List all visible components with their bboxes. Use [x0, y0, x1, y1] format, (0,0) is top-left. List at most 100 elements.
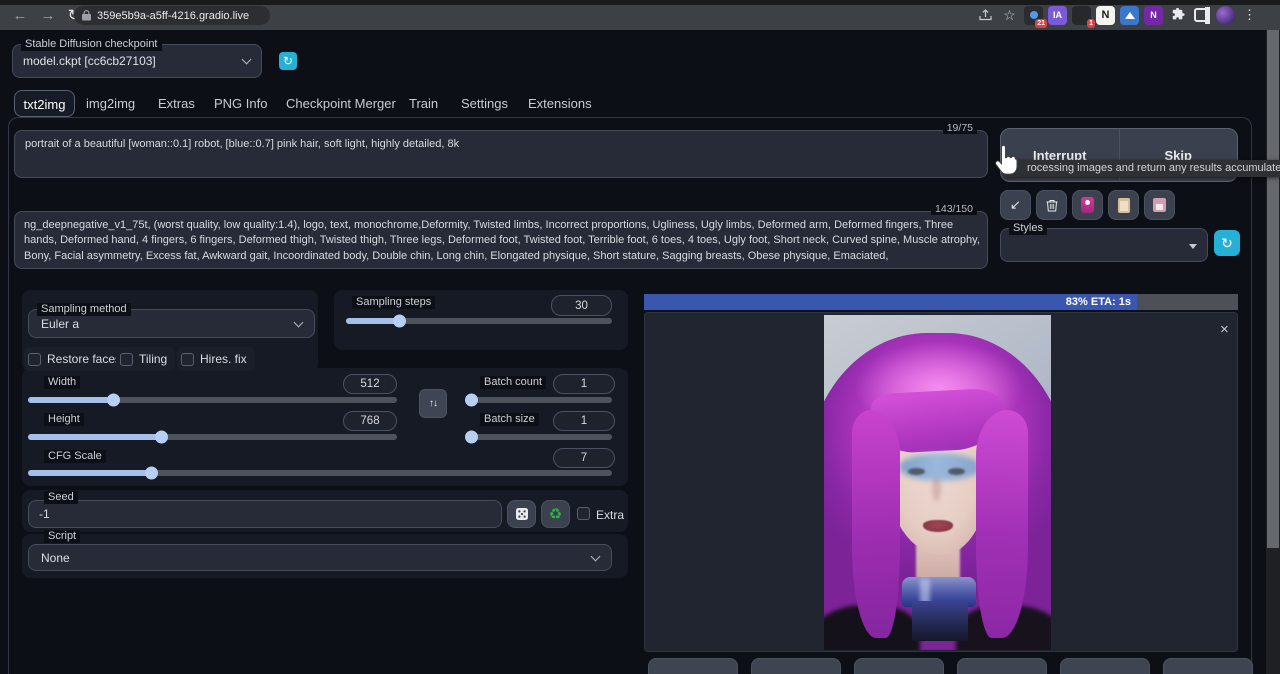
checkpoint-refresh-button[interactable]: ↻ [279, 52, 297, 70]
extension-dark-icon[interactable]: 1 [1072, 6, 1091, 25]
url-text: 359e5b9a-a5ff-4216.gradio.live [97, 10, 249, 22]
height-label: Height [44, 413, 84, 426]
chevron-down-icon [591, 552, 601, 562]
checkbox-icon[interactable] [120, 353, 133, 366]
hires-fix-checkbox[interactable]: Hires. fix [177, 347, 255, 371]
slider-handle[interactable] [465, 431, 478, 444]
scrollbar-thumb[interactable] [1267, 30, 1279, 548]
close-icon[interactable]: × [1220, 322, 1229, 337]
extension-blue-dot-icon[interactable]: 21 [1024, 6, 1043, 25]
slider-handle[interactable] [155, 431, 168, 444]
checkbox-icon[interactable] [28, 353, 41, 366]
tiling-checkbox[interactable]: Tiling [116, 347, 175, 371]
random-seed-button[interactable] [507, 500, 536, 528]
tab-train[interactable]: Train [409, 90, 438, 117]
slider-handle[interactable] [393, 315, 406, 328]
gallery-action-button[interactable] [751, 658, 841, 674]
profile-avatar[interactable] [1216, 6, 1235, 25]
height-input[interactable]: 768 [343, 411, 397, 431]
batch-size-slider[interactable] [468, 434, 612, 440]
gallery-action-button[interactable] [648, 658, 738, 674]
clipboard-icon [1118, 198, 1130, 213]
negative-prompt-textarea[interactable]: 143/150 ng_deepnegative_v1_75t, (worst q… [14, 211, 988, 269]
reuse-seed-button[interactable]: ♻ [541, 500, 570, 528]
batch-count-input[interactable]: 1 [553, 374, 615, 394]
extra-networks-button[interactable] [1072, 190, 1103, 220]
gallery-action-button[interactable] [1060, 658, 1150, 674]
extra-seed-checkbox[interactable] [577, 507, 590, 520]
gallery-action-button[interactable] [854, 658, 944, 674]
gallery-action-button[interactable] [957, 658, 1047, 674]
batch-count-slider[interactable] [468, 397, 612, 403]
cfg-scale-input[interactable]: 7 [553, 448, 615, 468]
forward-icon[interactable]: → [38, 7, 58, 25]
screen: ← → ↻ 359e5b9a-a5ff-4216.gradio.live ☆ 2… [0, 0, 1280, 674]
paste-params-button[interactable]: ↙ [1000, 190, 1031, 220]
trash-icon [1046, 199, 1058, 212]
batch-size-label: Batch size [480, 413, 539, 426]
browser-menu-icon[interactable]: ⋮ [1240, 6, 1259, 25]
height-slider[interactable] [28, 434, 397, 440]
chevron-down-icon [1189, 244, 1197, 249]
checkpoint-label: Stable Diffusion checkpoint [21, 38, 162, 51]
side-panel-icon[interactable] [1192, 6, 1211, 25]
batch-size-input[interactable]: 1 [553, 411, 615, 431]
extra-seed-label: Extra [596, 508, 624, 522]
sampling-method-value: Euler a [41, 317, 79, 331]
back-icon[interactable]: ← [10, 7, 30, 25]
browser-actions: ☆ 21 IA 1 N N ⋮ [976, 4, 1272, 26]
extension-photos-icon[interactable] [1120, 6, 1139, 25]
sampling-steps-input[interactable]: 30 [551, 295, 612, 316]
arrow-down-left-icon: ↙ [1010, 197, 1021, 213]
styles-dropdown[interactable]: Styles [1000, 228, 1208, 262]
tab-checkpoint-merger[interactable]: Checkpoint Merger [286, 90, 396, 117]
progress-text: 83% ETA: 1s [1066, 296, 1131, 308]
swap-dimensions-button[interactable]: ↑↓ [419, 389, 447, 418]
checkpoint-dropdown[interactable]: Stable Diffusion checkpoint model.ckpt [… [12, 44, 262, 78]
tab-png-info[interactable]: PNG Info [214, 90, 267, 117]
seed-input[interactable]: -1 [28, 500, 502, 528]
slider-handle[interactable] [107, 394, 120, 407]
prompt-token-counter: 19/75 [943, 122, 977, 134]
extension-notion-icon[interactable]: N [1096, 6, 1115, 25]
script-value: None [41, 551, 70, 565]
slider-handle[interactable] [145, 467, 158, 480]
gallery-action-button[interactable] [1163, 658, 1253, 674]
chevron-down-icon [294, 318, 304, 328]
slider-handle[interactable] [465, 394, 478, 407]
apply-style-button[interactable] [1108, 190, 1139, 220]
tab-extras[interactable]: Extras [158, 90, 195, 117]
generated-image-preview[interactable] [824, 315, 1051, 650]
mouse-cursor [992, 143, 1022, 179]
card-icon [1081, 197, 1094, 213]
styles-refresh-button[interactable]: ↻ [1214, 230, 1240, 256]
extension-ia-icon[interactable]: IA [1048, 6, 1067, 25]
extensions-puzzle-icon[interactable] [1168, 6, 1187, 25]
page-scrollbar[interactable] [1266, 30, 1280, 674]
cfg-scale-slider[interactable] [28, 470, 612, 476]
share-icon[interactable] [976, 6, 995, 25]
script-dropdown[interactable]: None [28, 544, 612, 571]
restore-faces-checkbox[interactable]: Restore faces [24, 347, 129, 371]
extension-onenote-icon[interactable]: N [1144, 6, 1163, 25]
clear-prompt-button[interactable] [1036, 190, 1067, 220]
tab-img2img[interactable]: img2img [86, 90, 135, 117]
checkbox-icon[interactable] [181, 353, 194, 366]
prompt-textarea[interactable]: 19/75 portrait of a beautiful [woman::0.… [14, 130, 988, 178]
width-slider[interactable] [28, 397, 397, 403]
address-bar[interactable]: 359e5b9a-a5ff-4216.gradio.live [74, 6, 270, 25]
sampling-method-dropdown[interactable]: Sampling method Euler a [28, 309, 315, 338]
negative-prompt-text: ng_deepnegative_v1_75t, (worst quality, … [24, 218, 980, 264]
tab-txt2img[interactable]: txt2img [14, 90, 75, 117]
lock-icon [82, 10, 91, 21]
save-style-button[interactable] [1144, 190, 1175, 220]
sampling-steps-slider[interactable] [346, 318, 612, 324]
progress-bar: 83% ETA: 1s [644, 294, 1238, 310]
progress-fill: 83% ETA: 1s [644, 294, 1137, 310]
tab-settings[interactable]: Settings [461, 90, 508, 117]
cfg-scale-label: CFG Scale [44, 450, 106, 463]
tab-extensions[interactable]: Extensions [528, 90, 592, 117]
styles-label: Styles [1009, 222, 1047, 235]
width-input[interactable]: 512 [343, 374, 397, 394]
bookmark-star-icon[interactable]: ☆ [1000, 6, 1019, 25]
